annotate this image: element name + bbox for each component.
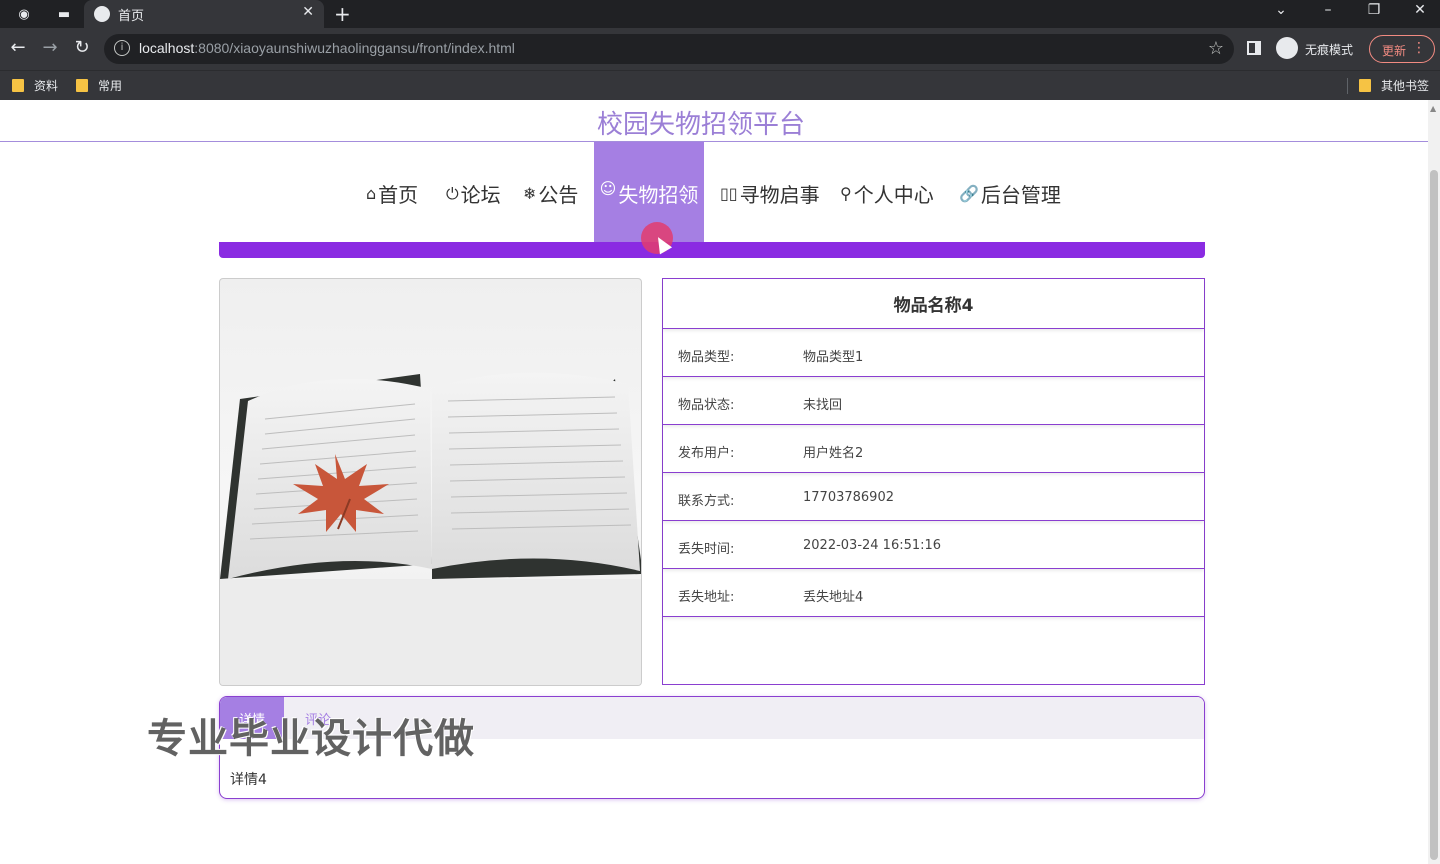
bookmarks-bar: 资料 常用 其他书签 [0, 70, 1440, 100]
page-content: 校园失物招领平台 ⌂ 首页 ⏻ 论坛 ❄ 公告 ☺ 失物招领 ▯▯ 寻物启事 ⚲ 个人中心 … [0, 100, 1428, 864]
folder-icon [1359, 79, 1371, 92]
url-text: localhost:8080/xiaoyaunshiwuzhaolinggans… [139, 40, 515, 56]
update-button[interactable]: 更新 ⋮ [1369, 35, 1435, 63]
minimize-icon[interactable]: – [1313, 2, 1343, 18]
detail-body: 详情4 [230, 772, 267, 788]
snowflake-icon: ❄ [523, 184, 537, 203]
reload-icon[interactable]: ↻ [70, 37, 94, 58]
bookmark-star-icon[interactable]: ☆ [1208, 38, 1224, 59]
user-icon: ⚲ [840, 184, 852, 203]
nav-item-forum[interactable]: ⏻ 论坛 [446, 179, 501, 208]
item-name: 物品名称4 [663, 279, 1204, 329]
close-window-icon[interactable]: ✕ [1405, 2, 1435, 18]
open-book-image [220, 372, 641, 685]
close-tab-icon[interactable]: ✕ [302, 4, 314, 20]
watermark-text: 专业毕业设计代做 [147, 716, 475, 762]
link-icon: 🔗 [959, 184, 979, 203]
incognito-label: 无痕模式 [1305, 43, 1354, 57]
bookmark-folder[interactable]: 常用 [76, 77, 122, 94]
browser-toolbar: ← → ↻ i localhost:8080/xiaoyaunshiwuzhao… [0, 28, 1440, 70]
bookmark-folder[interactable]: 资料 [12, 77, 58, 94]
bookmark-divider [1347, 78, 1348, 94]
info-row-status: 物品状态: 未找回 [663, 377, 1204, 425]
restore-icon[interactable]: ❐ [1359, 2, 1389, 18]
site-title: 校园失物招领平台 [596, 110, 805, 140]
scrollbar-thumb[interactable] [1430, 170, 1438, 860]
site-info-icon[interactable]: i [114, 40, 130, 56]
back-icon[interactable]: ← [6, 37, 30, 58]
favicon-icon [94, 6, 110, 22]
tab-list-icon[interactable]: ⌄ [1266, 2, 1296, 18]
power-icon: ⏻ [446, 183, 459, 203]
side-panel-icon[interactable] [1247, 41, 1261, 55]
new-tab-icon[interactable]: + [334, 2, 351, 26]
bookmark-folder-other[interactable]: 其他书签 [1359, 77, 1429, 94]
menu-dots-icon[interactable]: ⋮ [1412, 40, 1426, 56]
folder-icon [12, 79, 24, 92]
item-info-panel: 物品名称4 物品类型: 物品类型1 物品状态: 未找回 发布用户: 用户姓名2 联系方… [662, 278, 1205, 685]
smile-icon: ☺ [599, 179, 617, 198]
page-scrollbar[interactable]: ▲ [1428, 100, 1440, 864]
info-row-time: 丢失时间: 2022-03-24 16:51:16 [663, 521, 1204, 569]
nav-item-home[interactable]: ⌂ 首页 [366, 179, 418, 208]
tab-search-icon[interactable]: ▬ [52, 3, 76, 25]
folder-icon [76, 79, 88, 92]
home-icon: ⌂ [366, 184, 377, 203]
incognito-icon[interactable] [1276, 37, 1298, 59]
address-bar[interactable]: i localhost:8080/xiaoyaunshiwuzhaolingga… [104, 34, 1234, 64]
scroll-up-icon[interactable]: ▲ [1430, 104, 1436, 113]
info-row-user: 发布用户: 用户姓名2 [663, 425, 1204, 473]
info-row-type: 物品类型: 物品类型1 [663, 329, 1204, 377]
browser-tab-strip: ◉ ▬ 首页 ✕ + ⌄ – ❐ ✕ [0, 0, 1440, 28]
nav-item-admin[interactable]: 🔗 后台管理 [959, 179, 1061, 208]
browser-tab[interactable]: 首页 ✕ [84, 0, 324, 28]
nav-item-profile[interactable]: ⚲ 个人中心 [840, 179, 934, 208]
info-row-contact: 联系方式: 17703786902 [663, 473, 1204, 521]
tab-title: 首页 [118, 9, 145, 24]
info-row-address: 丢失地址: 丢失地址4 [663, 569, 1204, 617]
forward-icon[interactable]: → [38, 37, 62, 58]
main-nav: ⌂ 首页 ⏻ 论坛 ❄ 公告 ☺ 失物招领 ▯▯ 寻物启事 ⚲ 个人中心 🔗 后台管理 [0, 142, 1428, 242]
nav-item-seek[interactable]: ▯▯ 寻物启事 [720, 179, 820, 208]
update-label: 更新 [1382, 44, 1407, 58]
nav-item-notice[interactable]: ❄ 公告 [523, 179, 578, 208]
globe-icon[interactable]: ◉ [12, 3, 36, 25]
nav-underline-bar [219, 242, 1205, 258]
book-icon: ▯▯ [720, 184, 738, 203]
item-photo [219, 278, 642, 686]
